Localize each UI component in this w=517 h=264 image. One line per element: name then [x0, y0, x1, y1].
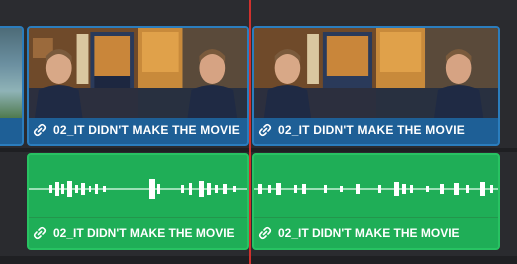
audio-clip-name: 02_IT DIDN'T MAKE THE MOVIE [278, 226, 460, 240]
audio-clip-name: 02_IT DIDN'T MAKE THE MOVIE [53, 226, 235, 240]
thumbnail-frame [138, 28, 247, 118]
audio-clip-label: 02_IT DIDN'T MAKE THE MOVIE [258, 222, 494, 244]
video-clip-name: 02_IT DIDN'T MAKE THE MOVIE [278, 123, 465, 137]
track-footer [0, 256, 517, 264]
link-icon [258, 123, 272, 137]
clip-thumbnails [254, 28, 498, 118]
video-clip-label: 02_IT DIDN'T MAKE THE MOVIE [33, 118, 243, 142]
video-clip[interactable]: 02_IT DIDN'T MAKE THE MOVIE [252, 26, 500, 146]
video-clip-label: 02_IT DIDN'T MAKE THE MOVIE [258, 118, 494, 142]
link-icon [33, 226, 47, 240]
timeline-ruler-area[interactable] [0, 0, 517, 20]
audio-clip-divider [29, 217, 247, 218]
timeline-editor: 02_IT DIDN'T MAKE THE MOVIE 02_IT DIDN'T… [0, 0, 517, 264]
link-icon [33, 123, 47, 137]
video-clip[interactable]: 02_IT DIDN'T MAKE THE MOVIE [27, 26, 249, 146]
previous-clip-thumbnail [0, 28, 22, 118]
clip-thumbnails [29, 28, 247, 118]
audio-waveform [29, 165, 247, 213]
thumbnail-frame [376, 28, 498, 118]
thumbnail-frame [29, 28, 138, 118]
audio-clip-divider [254, 217, 498, 218]
video-clip-name: 02_IT DIDN'T MAKE THE MOVIE [53, 123, 240, 137]
thumbnail-frame [254, 28, 376, 118]
link-icon [258, 226, 272, 240]
playhead[interactable] [249, 0, 251, 264]
audio-clip[interactable]: 02_IT DIDN'T MAKE THE MOVIE [27, 153, 249, 250]
audio-clip-label: 02_IT DIDN'T MAKE THE MOVIE [33, 222, 243, 244]
previous-video-clip[interactable] [0, 26, 24, 146]
audio-clip[interactable]: 02_IT DIDN'T MAKE THE MOVIE [252, 153, 500, 250]
audio-waveform [254, 165, 498, 213]
